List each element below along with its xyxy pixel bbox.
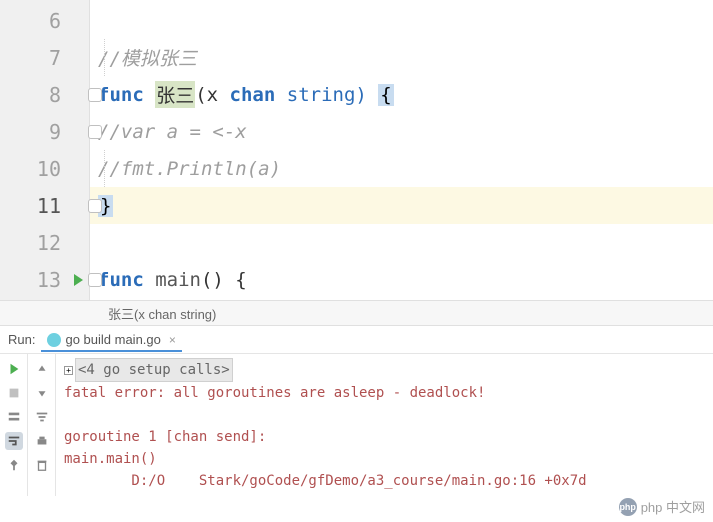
run-tab[interactable]: go build main.go × — [41, 332, 181, 347]
line-number: 7 — [0, 39, 89, 76]
console-error-line: goroutine 1 [chan send]: — [64, 426, 705, 448]
scroll-down-button[interactable] — [33, 384, 51, 402]
layout-button[interactable] — [5, 408, 23, 426]
line-number: 13 — [0, 261, 89, 298]
line-number: 10 — [0, 150, 89, 187]
console-line: +<4 go setup calls> — [64, 358, 705, 382]
watermark: php php 中文网 — [619, 497, 705, 516]
line-number: 8 — [0, 76, 89, 113]
close-icon[interactable]: × — [169, 333, 176, 347]
line-number: 12 — [0, 224, 89, 261]
console-line — [64, 404, 705, 426]
console-error-line: D:/O Stark/goCode/gfDemo/a3_course/main.… — [64, 470, 705, 492]
code-line[interactable] — [90, 2, 713, 39]
fold-icon[interactable] — [88, 199, 102, 213]
code-line[interactable]: func main() { — [90, 261, 713, 298]
line-number-current: 11 — [0, 187, 89, 224]
code-editor[interactable]: 6 7 8 9 10 11 12 13 //模拟张三 func 张三(x cha… — [0, 0, 713, 300]
console-output[interactable]: +<4 go setup calls> fatal error: all gor… — [56, 354, 713, 496]
run-toolbar-primary — [0, 354, 28, 496]
run-label: Run: — [2, 332, 41, 347]
console-error-line: main.main() — [64, 448, 705, 470]
scroll-up-button[interactable] — [33, 360, 51, 378]
line-number-gutter: 6 7 8 9 10 11 12 13 — [0, 0, 90, 300]
code-line[interactable] — [90, 224, 713, 261]
run-tab-title: go build main.go — [65, 332, 160, 347]
fold-icon[interactable] — [88, 273, 102, 287]
fold-icon[interactable] — [88, 88, 102, 102]
code-line-current[interactable]: } — [90, 187, 713, 224]
php-icon: php — [619, 498, 637, 516]
breadcrumb[interactable]: 张三(x chan string) — [0, 300, 713, 326]
soft-wrap-button[interactable] — [5, 432, 23, 450]
pin-button[interactable] — [5, 456, 23, 474]
code-line[interactable]: //var a = <-x — [90, 113, 713, 150]
run-panel-header: Run: go build main.go × — [0, 326, 713, 354]
expand-icon[interactable]: + — [64, 366, 73, 375]
run-line-icon[interactable] — [74, 274, 83, 286]
console-error-line: fatal error: all goroutines are asleep -… — [64, 382, 705, 404]
filter-button[interactable] — [33, 408, 51, 426]
go-icon — [47, 333, 61, 347]
code-content[interactable]: //模拟张三 func 张三(x chan string) { //var a … — [90, 0, 713, 300]
line-number: 6 — [0, 2, 89, 39]
print-button[interactable] — [33, 432, 51, 450]
code-line[interactable]: func 张三(x chan string) { — [90, 76, 713, 113]
code-line[interactable]: //模拟张三 — [90, 39, 713, 76]
stop-button[interactable] — [5, 384, 23, 402]
run-toolbar-secondary — [28, 354, 56, 496]
rerun-button[interactable] — [5, 360, 23, 378]
delete-button[interactable] — [33, 456, 51, 474]
run-panel: Run: go build main.go × +<4 go setup cal… — [0, 326, 713, 496]
fold-icon[interactable] — [88, 125, 102, 139]
code-line[interactable]: //fmt.Println(a) — [90, 150, 713, 187]
line-number: 9 — [0, 113, 89, 150]
